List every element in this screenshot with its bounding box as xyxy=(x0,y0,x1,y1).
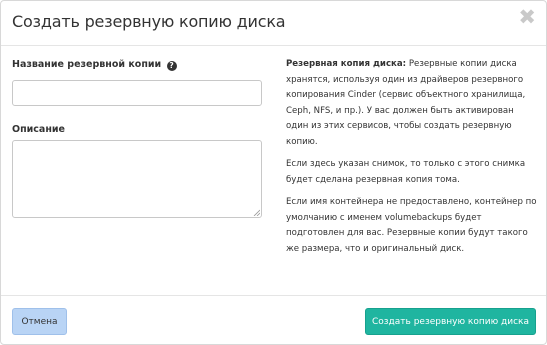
backup-name-input[interactable] xyxy=(12,80,262,106)
backup-name-label-text: Название резервной копии xyxy=(12,59,162,70)
create-backup-button[interactable]: Создать резервную копию диска xyxy=(365,308,536,335)
form-column: Название резервной копии ? Описание xyxy=(12,59,264,218)
help-intro-text: Резервные копии диска хранятся, использу… xyxy=(286,59,526,147)
modal-title: Создать резервную копию диска xyxy=(12,12,286,31)
modal-footer: Отмена Создать резервную копию диска xyxy=(1,295,546,345)
question-circle-icon[interactable]: ? xyxy=(166,61,177,71)
help-container-paragraph: Если имя контейнера не предоставлено, ко… xyxy=(286,197,537,254)
modal-header: Создать резервную копию диска ✖ xyxy=(1,1,546,46)
help-intro-paragraph: Резервная копия диска: Резервные копии д… xyxy=(286,57,538,150)
backup-name-label: Название резервной копии ? xyxy=(12,59,264,71)
description-label: Описание xyxy=(12,124,66,135)
help-intro-title: Резервная копия диска: xyxy=(286,59,407,69)
help-snapshot-paragraph: Если здесь указан снимок, то только с эт… xyxy=(286,159,526,185)
description-textarea[interactable] xyxy=(12,140,262,218)
help-text-column: Резервная копия диска: Резервные копии д… xyxy=(286,57,538,264)
cancel-button[interactable]: Отмена xyxy=(12,308,67,335)
resize-grip-icon[interactable] xyxy=(253,209,260,216)
create-volume-backup-dialog: Создать резервную копию диска ✖ Название… xyxy=(0,0,547,345)
close-icon[interactable]: ✖ xyxy=(518,7,536,28)
